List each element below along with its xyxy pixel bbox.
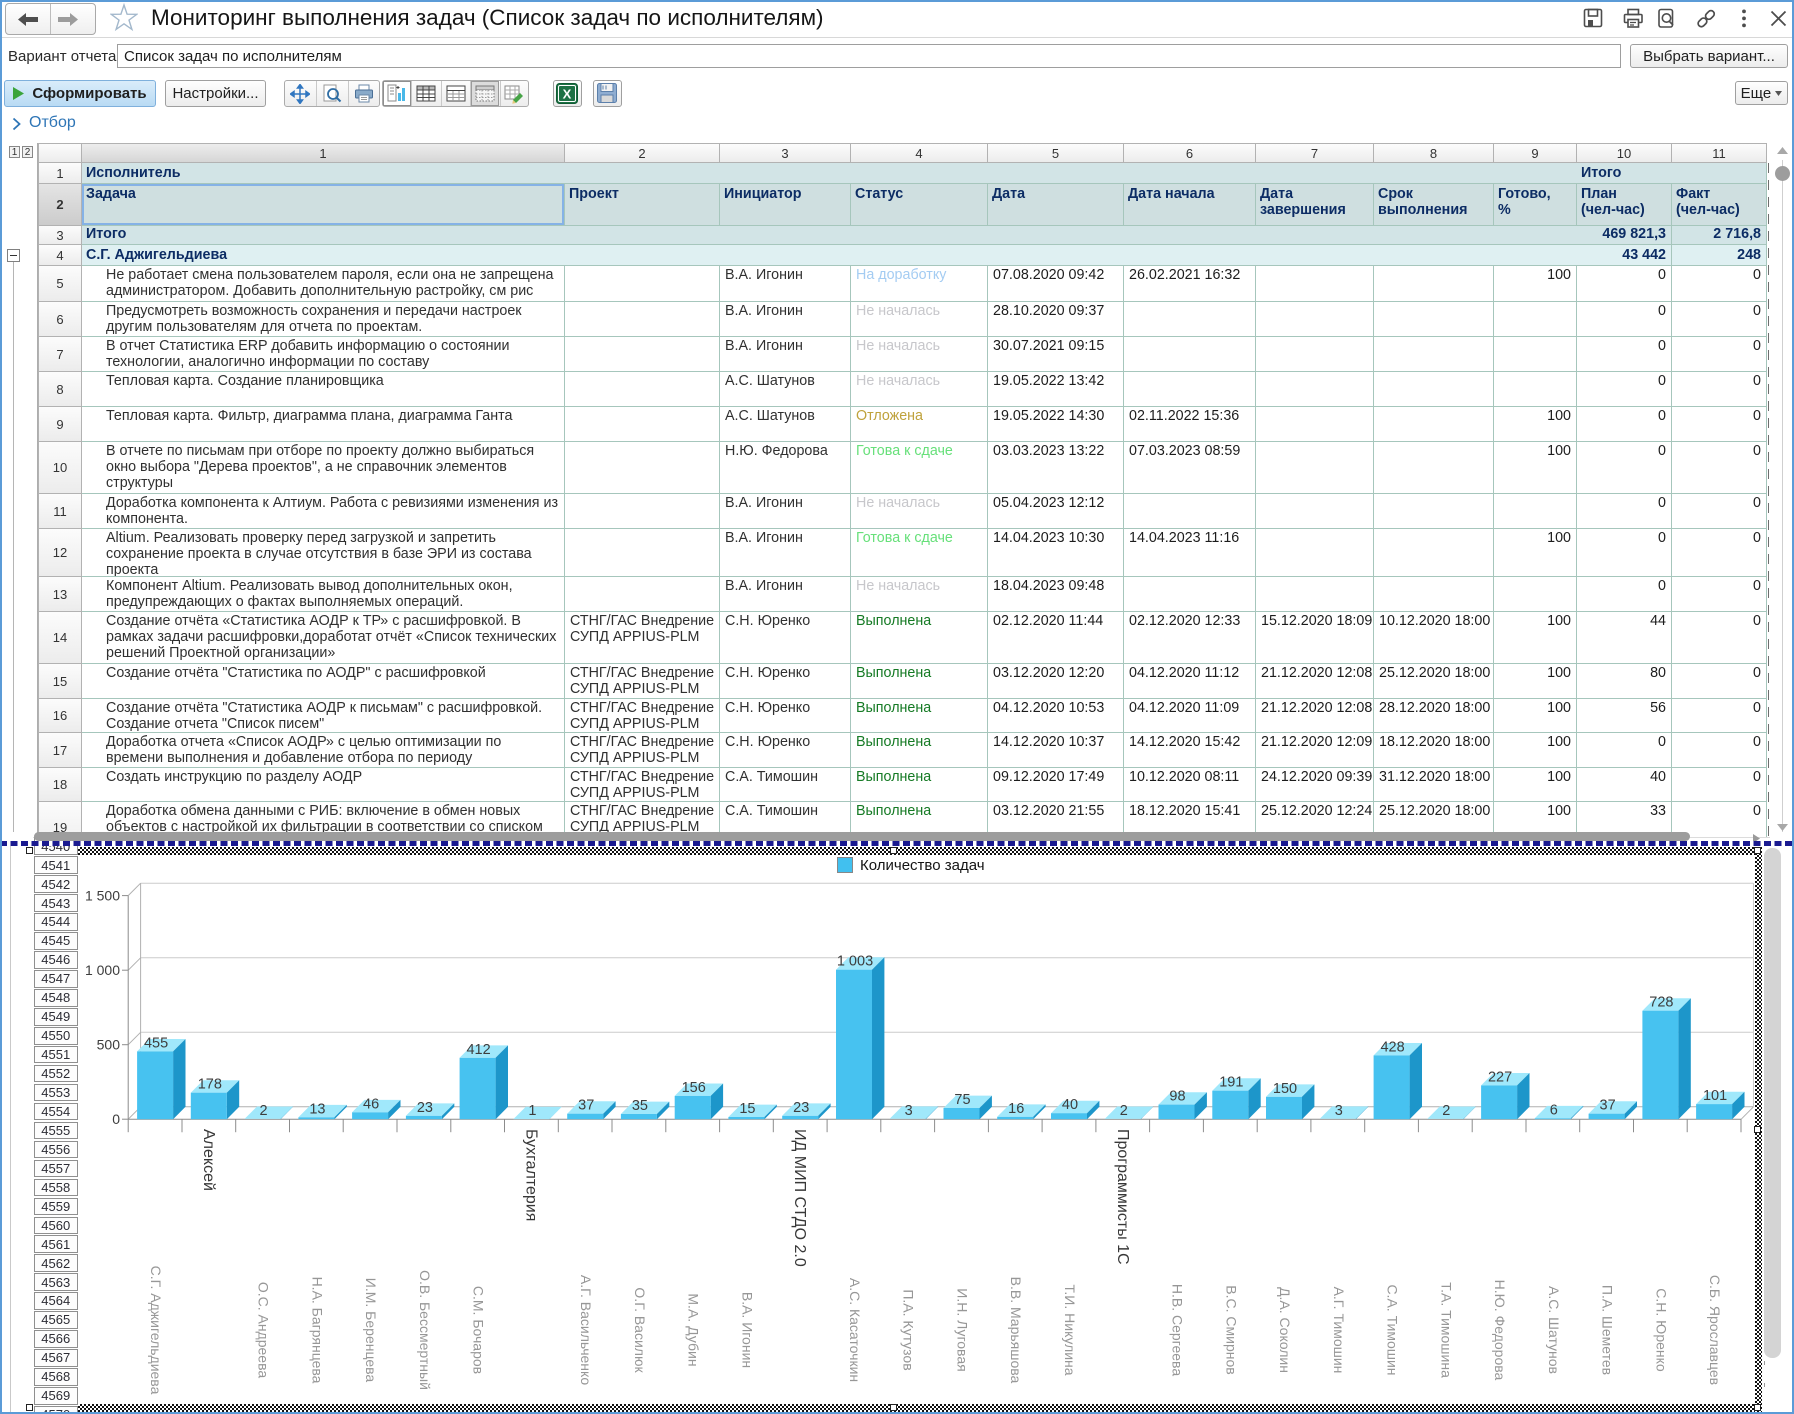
svg-text:В.С. Смирнов: В.С. Смирнов [1223, 1285, 1239, 1374]
svg-text:О.В. Бессмертный: О.В. Бессмертный [417, 1270, 433, 1390]
svg-text:1 500: 1 500 [85, 888, 120, 904]
svg-text:Алексей: Алексей [200, 1129, 217, 1191]
svg-text:178: 178 [198, 1077, 222, 1093]
svg-text:37: 37 [578, 1098, 594, 1114]
svg-text:1: 1 [528, 1103, 536, 1119]
svg-text:С.Б. Ярославцев: С.Б. Ярославцев [1707, 1275, 1723, 1385]
svg-text:В.В. Марьяшова: В.В. Марьяшова [1008, 1277, 1024, 1384]
svg-text:728: 728 [1649, 995, 1673, 1011]
svg-text:500: 500 [97, 1037, 121, 1053]
svg-text:1 000: 1 000 [85, 962, 120, 978]
svg-text:98: 98 [1169, 1089, 1185, 1105]
svg-text:15: 15 [739, 1101, 755, 1117]
svg-text:2: 2 [260, 1103, 268, 1119]
svg-text:П.А. Кутузов: П.А. Кутузов [901, 1289, 917, 1370]
svg-text:О.Г. Василюк: О.Г. Василюк [632, 1287, 648, 1373]
svg-text:В.А. Игонин: В.А. Игонин [739, 1292, 755, 1368]
svg-text:ИД МИП СТДО 2.0: ИД МИП СТДО 2.0 [791, 1129, 808, 1267]
svg-text:Н.А. Багрянцева: Н.А. Багрянцева [309, 1277, 325, 1384]
svg-text:М.А. Дубин: М.А. Дубин [686, 1293, 702, 1366]
svg-text:С.А. Тимошин: С.А. Тимошин [1385, 1284, 1401, 1375]
svg-text:Н.Ю. Федорова: Н.Ю. Федорова [1492, 1280, 1508, 1381]
svg-text:13: 13 [309, 1101, 325, 1117]
svg-text:А.С. Шатунов: А.С. Шатунов [1546, 1286, 1562, 1374]
svg-text:40: 40 [1062, 1097, 1078, 1113]
svg-text:А.С. Касаточкин: А.С. Касаточкин [847, 1278, 863, 1382]
svg-text:Бухгалтерия: Бухгалтерия [522, 1129, 539, 1221]
svg-text:Д.А. Соколин: Д.А. Соколин [1277, 1287, 1293, 1373]
svg-text:Программисты 1С: Программисты 1С [1114, 1129, 1131, 1265]
svg-text:35: 35 [632, 1098, 648, 1114]
svg-text:А.Г. Васильченко: А.Г. Васильченко [578, 1275, 594, 1385]
svg-text:3: 3 [905, 1103, 913, 1119]
svg-text:37: 37 [1600, 1098, 1616, 1114]
svg-text:191: 191 [1219, 1075, 1243, 1091]
svg-text:Т.А. Тимошина: Т.А. Тимошина [1438, 1282, 1454, 1378]
svg-text:101: 101 [1703, 1088, 1727, 1104]
svg-text:3: 3 [1335, 1103, 1343, 1119]
svg-text:75: 75 [954, 1092, 970, 1108]
svg-text:О.С. Андреева: О.С. Андреева [256, 1282, 272, 1379]
svg-text:С.Н. Юренко: С.Н. Юренко [1653, 1288, 1669, 1372]
svg-text:2: 2 [1120, 1103, 1128, 1119]
svg-text:С.М. Бочаров: С.М. Бочаров [471, 1286, 487, 1374]
svg-text:23: 23 [793, 1100, 809, 1116]
svg-text:И.Н. Луговая: И.Н. Луговая [955, 1288, 971, 1371]
svg-text:156: 156 [682, 1080, 706, 1096]
svg-text:455: 455 [144, 1035, 168, 1051]
svg-text:И.М. Беренцева: И.М. Беренцева [363, 1278, 379, 1383]
svg-text:23: 23 [417, 1100, 433, 1116]
svg-text:412: 412 [466, 1042, 490, 1058]
svg-text:227: 227 [1488, 1069, 1512, 1085]
svg-text:2: 2 [1442, 1103, 1450, 1119]
svg-text:Н.В. Сергеева: Н.В. Сергеева [1170, 1284, 1186, 1376]
svg-text:Т.И. Никулина: Т.И. Никулина [1062, 1284, 1078, 1375]
svg-text:46: 46 [363, 1096, 379, 1112]
svg-text:С.Г. Аджигельдиева: С.Г. Аджигельдиева [148, 1266, 164, 1395]
svg-text:428: 428 [1380, 1039, 1404, 1055]
svg-text:16: 16 [1008, 1101, 1024, 1117]
svg-text:1 003: 1 003 [837, 954, 873, 970]
svg-text:0: 0 [112, 1111, 120, 1127]
svg-text:150: 150 [1273, 1081, 1297, 1097]
svg-text:6: 6 [1550, 1102, 1558, 1118]
svg-text:П.А. Шеметев: П.А. Шеметев [1600, 1285, 1616, 1375]
svg-text:А.Г. Тимошин: А.Г. Тимошин [1331, 1287, 1347, 1374]
